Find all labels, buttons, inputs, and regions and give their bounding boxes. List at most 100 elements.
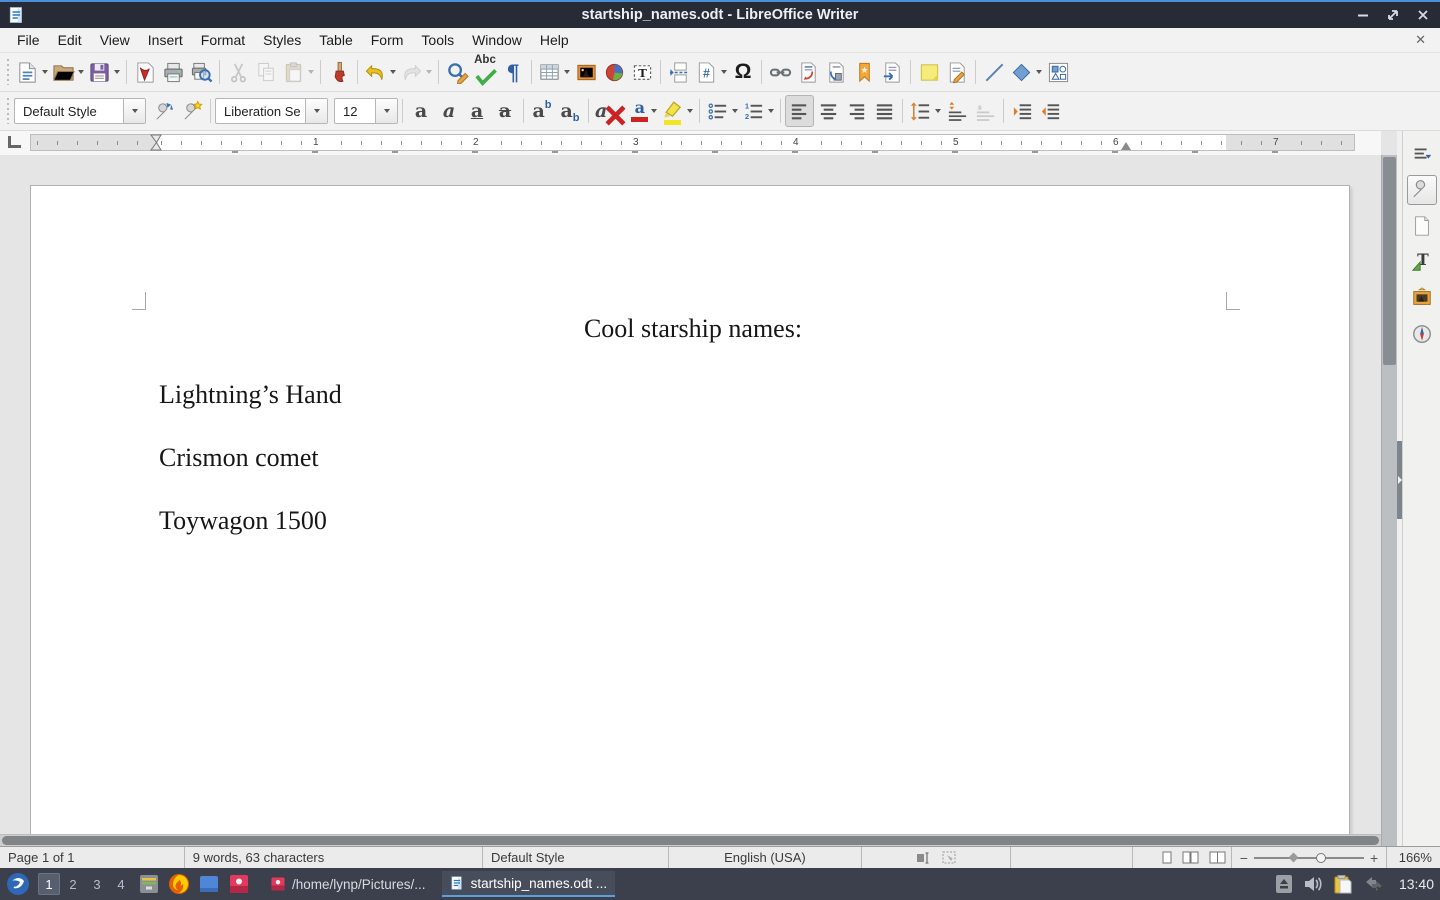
clone-formatting-button[interactable]	[325, 56, 353, 88]
book-view-icon[interactable]	[1209, 851, 1226, 864]
bold-button[interactable]: a	[407, 95, 435, 127]
dropdown-arrow-icon[interactable]	[114, 70, 120, 74]
underline-button[interactable]: a	[463, 95, 491, 127]
font-color-button[interactable]: a	[629, 95, 659, 127]
insert-text-box-button[interactable]: T	[628, 56, 656, 88]
paste-button[interactable]	[280, 56, 316, 88]
page-break-button[interactable]	[665, 56, 693, 88]
vertical-scrollbar[interactable]	[1381, 155, 1397, 846]
clock[interactable]: 13:40	[1399, 876, 1434, 892]
insert-endnote-button[interactable]	[822, 56, 850, 88]
document-title-line[interactable]: Cool starship names:	[159, 314, 1227, 344]
zoom-in-button[interactable]: +	[1370, 850, 1378, 866]
dropdown-arrow-icon[interactable]	[564, 70, 570, 74]
menu-styles[interactable]: Styles	[254, 29, 310, 51]
dropdown-arrow-icon[interactable]	[721, 70, 727, 74]
basic-shapes-button[interactable]	[1008, 56, 1044, 88]
print-preview-button[interactable]	[187, 56, 215, 88]
document-area[interactable]: Cool starship names: Lightning’s Hand Cr…	[0, 155, 1381, 834]
zoom-level[interactable]: 166%	[1386, 847, 1440, 868]
undo-button[interactable]	[362, 56, 398, 88]
open-file-button[interactable]	[50, 56, 86, 88]
redo-button[interactable]	[398, 56, 434, 88]
sidebar-tab-gallery[interactable]	[1407, 283, 1437, 313]
status-language[interactable]: English (USA)	[669, 847, 862, 868]
media-launcher-icon[interactable]	[227, 872, 251, 896]
close-document-icon[interactable]: ✕	[1415, 32, 1426, 48]
copy-button[interactable]	[252, 56, 280, 88]
sidebar-settings-button[interactable]	[1407, 139, 1437, 169]
paragraph-style-combo[interactable]: Default Style	[14, 98, 146, 124]
dropdown-arrow-icon[interactable]	[78, 70, 84, 74]
font-name-combo[interactable]: Liberation Se	[215, 98, 328, 124]
align-right-button[interactable]	[842, 95, 870, 127]
highlight-color-button[interactable]	[659, 95, 695, 127]
special-character-button[interactable]: Ω	[729, 56, 757, 88]
insert-table-button[interactable]	[536, 56, 572, 88]
menu-edit[interactable]: Edit	[49, 29, 91, 51]
increase-paragraph-spacing-button[interactable]	[943, 95, 971, 127]
workspace-1-button[interactable]: 1	[38, 873, 60, 895]
line-spacing-button[interactable]	[907, 95, 943, 127]
status-page-count[interactable]: Page 1 of 1	[0, 847, 185, 868]
cut-button[interactable]	[224, 56, 252, 88]
menu-view[interactable]: View	[91, 29, 139, 51]
toolbar-grip[interactable]	[5, 59, 11, 85]
italic-button[interactable]: a	[435, 95, 463, 127]
task-button-writer[interactable]: startship_names.odt ...	[442, 871, 616, 897]
insert-line-button[interactable]	[980, 56, 1008, 88]
restore-button[interactable]	[1386, 8, 1400, 22]
paragraph-style-value[interactable]: Default Style	[15, 104, 123, 119]
show-draw-functions-button[interactable]	[1044, 56, 1072, 88]
workspace-4-button[interactable]: 4	[110, 873, 132, 895]
dropdown-arrow-icon[interactable]	[390, 70, 396, 74]
insert-chart-button[interactable]	[600, 56, 628, 88]
network-offline-icon[interactable]	[1363, 874, 1385, 894]
insert-hyperlink-button[interactable]	[766, 56, 794, 88]
volume-icon[interactable]	[1303, 875, 1323, 893]
paragraph-style-dropdown[interactable]	[123, 99, 145, 123]
font-size-value[interactable]: 12	[335, 104, 375, 119]
save-button[interactable]	[86, 56, 122, 88]
unordered-list-button[interactable]	[704, 95, 740, 127]
subscript-button[interactable]: ab	[556, 95, 584, 127]
menu-table[interactable]: Table	[310, 29, 361, 51]
sidebar-tab-navigator[interactable]	[1407, 319, 1437, 349]
dropdown-arrow-icon[interactable]	[42, 70, 48, 74]
menu-help[interactable]: Help	[531, 29, 578, 51]
decrease-indent-button[interactable]	[1036, 95, 1064, 127]
document-line[interactable]: Crismon comet	[159, 443, 1227, 473]
increase-indent-button[interactable]	[1008, 95, 1036, 127]
dropdown-arrow-icon[interactable]	[651, 109, 657, 113]
find-replace-button[interactable]	[443, 56, 471, 88]
dropdown-arrow-icon[interactable]	[1036, 70, 1042, 74]
selection-mode-icon[interactable]	[942, 851, 956, 864]
firefox-launcher-icon[interactable]	[167, 872, 191, 896]
document-line[interactable]: Toywagon 1500	[159, 506, 1227, 536]
menu-window[interactable]: Window	[463, 29, 531, 51]
window-manager-launcher-icon[interactable]	[197, 872, 221, 896]
horizontal-scrollbar-thumb[interactable]	[2, 836, 1379, 845]
files-launcher-icon[interactable]	[137, 872, 161, 896]
document-page[interactable]: Cool starship names: Lightning’s Hand Cr…	[30, 185, 1350, 834]
menu-insert[interactable]: Insert	[139, 29, 192, 51]
toolbar-grip[interactable]	[5, 98, 11, 124]
dropdown-arrow-icon[interactable]	[687, 109, 693, 113]
single-page-view-icon[interactable]	[1162, 851, 1172, 864]
sidebar-tab-page[interactable]	[1407, 211, 1437, 241]
status-page-style[interactable]: Default Style	[483, 847, 669, 868]
justify-button[interactable]	[870, 95, 898, 127]
insert-field-button[interactable]: #	[693, 56, 729, 88]
horizontal-ruler[interactable]: 1 2 3 4 5 6 7	[30, 134, 1355, 151]
spelling-button[interactable]: Abc	[471, 56, 499, 88]
dropdown-arrow-icon[interactable]	[935, 109, 941, 113]
sidebar-tab-properties[interactable]	[1407, 175, 1437, 205]
workspace-3-button[interactable]: 3	[86, 873, 108, 895]
cross-reference-button[interactable]	[878, 56, 906, 88]
sidebar-tab-styles[interactable]: T	[1407, 247, 1437, 277]
indent-marker[interactable]	[150, 134, 162, 151]
right-indent-marker[interactable]	[1121, 142, 1131, 150]
zoom-slider-handle[interactable]	[1316, 853, 1326, 863]
clipboard-tray-icon[interactable]	[1333, 874, 1353, 894]
font-size-dropdown[interactable]	[375, 99, 397, 123]
